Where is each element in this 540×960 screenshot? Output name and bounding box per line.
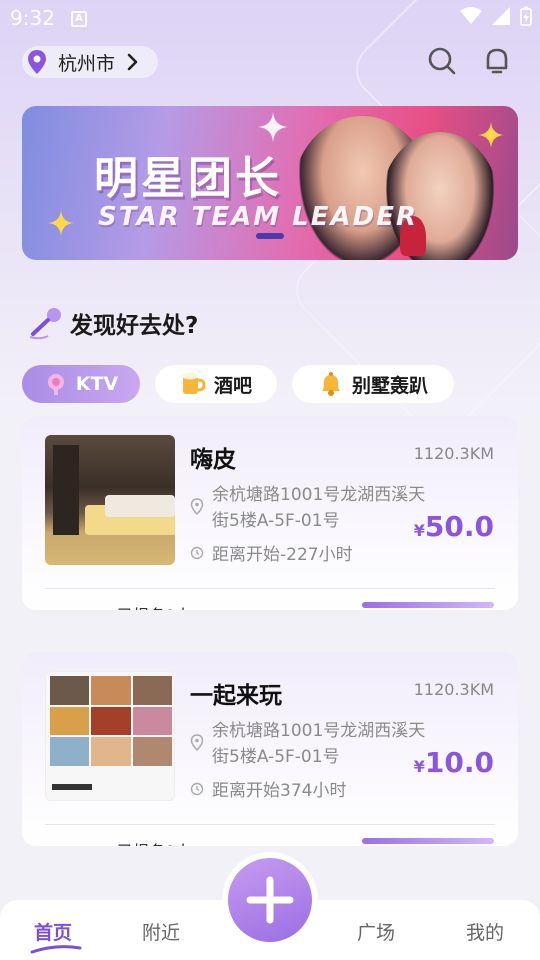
category-label: 酒吧 bbox=[213, 374, 252, 397]
section-title: 发现好去处? bbox=[70, 313, 199, 339]
address-text: 余杭塘路1001号龙湖西溪天街5楼A-5F-01号 bbox=[212, 721, 426, 767]
sparkle-icon bbox=[48, 210, 74, 236]
notification-icon: A bbox=[71, 11, 87, 27]
location-pin-icon bbox=[28, 50, 46, 74]
location-small-icon bbox=[190, 498, 204, 516]
price-value: 10.0 bbox=[424, 746, 494, 779]
progress-bar bbox=[362, 602, 494, 608]
price-value: 50.0 bbox=[424, 510, 494, 543]
category-label: 别墅轰趴 bbox=[351, 374, 428, 397]
status-time: 9:32 bbox=[10, 6, 55, 30]
bell-notification-icon[interactable] bbox=[482, 46, 512, 76]
price-symbol: ¥ bbox=[413, 521, 425, 540]
time-text: 距离开始-227小时 bbox=[212, 545, 353, 565]
time-text: 距离开始374小时 bbox=[212, 781, 347, 801]
nav-home[interactable]: 首页 bbox=[34, 918, 72, 945]
create-button[interactable] bbox=[228, 858, 312, 942]
battery-icon bbox=[520, 6, 532, 26]
card-divider bbox=[45, 588, 495, 589]
progress-bar bbox=[362, 838, 494, 844]
nav-square[interactable]: 广场 bbox=[357, 918, 395, 945]
microphone-icon bbox=[29, 308, 61, 340]
joined-count: 已报名0人 bbox=[117, 602, 191, 610]
venue-start-time: 距离开始374小时 bbox=[190, 776, 346, 801]
venue-start-time: 距离开始-227小时 bbox=[190, 540, 353, 565]
price-symbol: ¥ bbox=[413, 757, 425, 776]
beer-mug-icon bbox=[181, 372, 206, 394]
address-text: 余杭塘路1001号龙湖西溪天街5楼A-5F-01号 bbox=[212, 485, 426, 531]
category-chip-ktv[interactable]: KTV bbox=[22, 365, 140, 403]
wifi-icon bbox=[460, 7, 482, 24]
venue-distance: 1120.3KM bbox=[413, 680, 494, 699]
location-selector[interactable]: 杭州市 bbox=[22, 46, 158, 78]
bell-icon bbox=[321, 372, 340, 396]
plus-icon bbox=[246, 876, 294, 924]
venue-thumbnail bbox=[45, 435, 175, 565]
venue-name: 嗨皮 bbox=[190, 447, 236, 473]
venue-address: 余杭塘路1001号龙湖西溪天街5楼A-5F-01号 bbox=[190, 482, 430, 534]
chevron-right-icon bbox=[127, 53, 138, 71]
status-bar: 9:32 A bbox=[0, 0, 540, 36]
clock-icon bbox=[190, 782, 204, 795]
city-label: 杭州市 bbox=[58, 52, 116, 75]
location-small-icon bbox=[190, 734, 204, 752]
category-chip-villa-party[interactable]: 别墅轰趴 bbox=[292, 365, 454, 403]
venue-address: 余杭塘路1001号龙湖西溪天街5楼A-5F-01号 bbox=[190, 718, 430, 770]
active-tab-indicator bbox=[30, 945, 82, 954]
banner-title: 明星团长 bbox=[94, 153, 282, 204]
venue-name: 一起来玩 bbox=[190, 683, 282, 709]
clock-icon bbox=[190, 546, 204, 559]
search-icon[interactable] bbox=[427, 46, 457, 76]
signal-icon bbox=[492, 7, 510, 25]
sparkle-icon bbox=[478, 122, 504, 148]
sparkle-icon bbox=[258, 112, 288, 142]
venue-price: ¥10.0 bbox=[414, 746, 494, 779]
category-chip-bar[interactable]: 酒吧 bbox=[155, 365, 277, 403]
nav-nearby[interactable]: 附近 bbox=[142, 918, 180, 945]
banner-subtitle: STAR TEAM LEADER bbox=[98, 202, 418, 232]
category-label: KTV bbox=[75, 373, 119, 395]
microphone-ball-icon bbox=[47, 374, 64, 395]
section-header: 发现好去处? bbox=[28, 306, 198, 340]
carousel-indicator bbox=[256, 233, 284, 239]
venue-price: ¥50.0 bbox=[414, 510, 494, 543]
promo-banner[interactable]: 明星团长 STAR TEAM LEADER bbox=[22, 106, 518, 260]
venue-card[interactable]: 一起来玩 1120.3KM 余杭塘路1001号龙湖西溪天街5楼A-5F-01号 … bbox=[22, 652, 518, 846]
card-divider bbox=[45, 824, 495, 825]
venue-thumbnail bbox=[45, 671, 175, 801]
joined-count: 已报名0人 bbox=[117, 838, 191, 846]
nav-mine[interactable]: 我的 bbox=[466, 918, 504, 945]
status-icons bbox=[460, 6, 532, 26]
venue-distance: 1120.3KM bbox=[413, 444, 494, 463]
venue-card[interactable]: 嗨皮 1120.3KM 余杭塘路1001号龙湖西溪天街5楼A-5F-01号 距离… bbox=[22, 416, 518, 610]
